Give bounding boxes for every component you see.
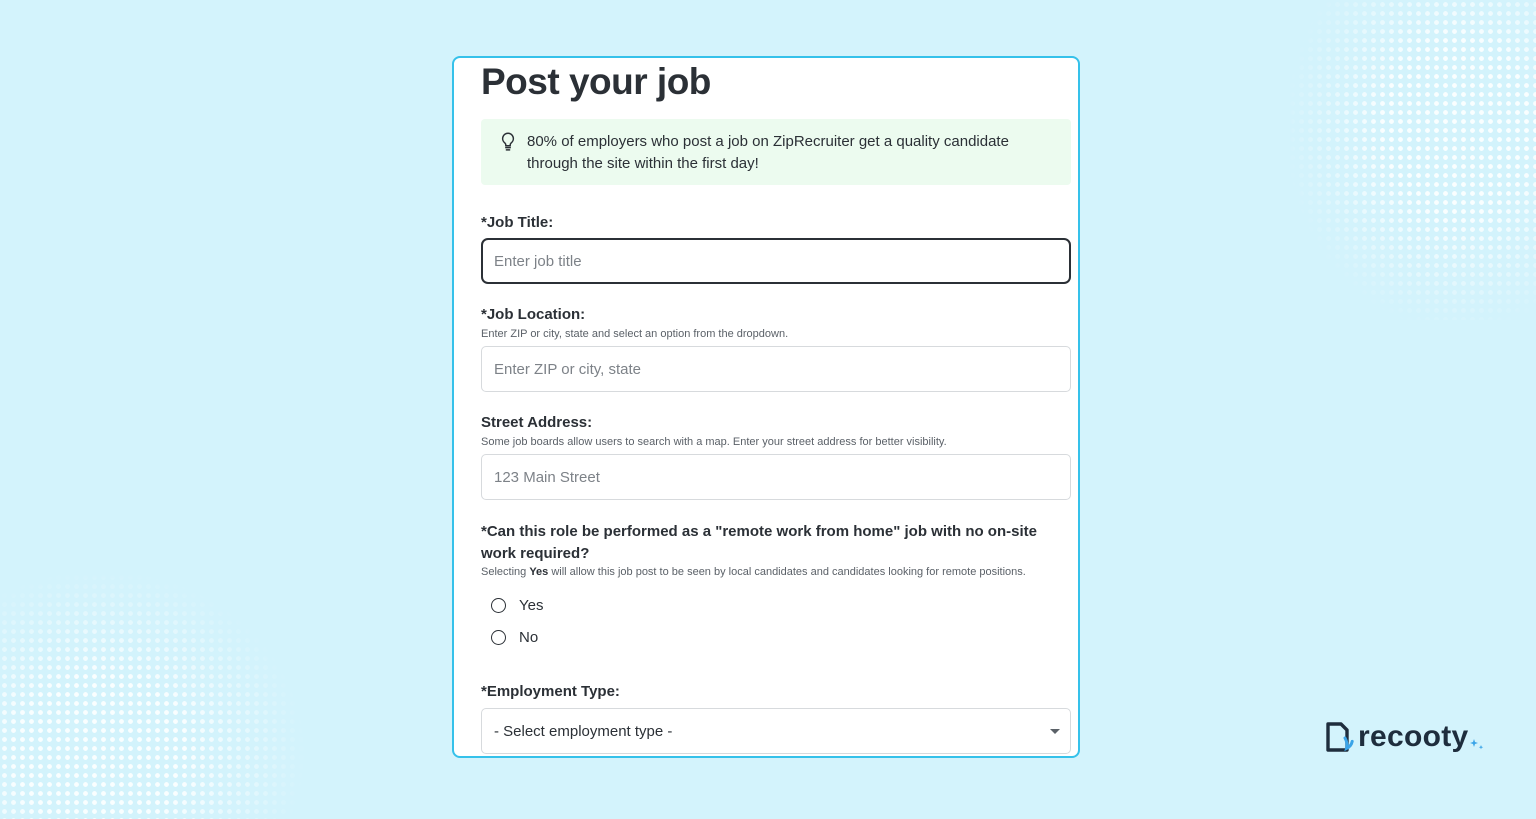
chevron-down-icon [1050,728,1060,734]
job-title-input[interactable] [481,238,1071,284]
job-location-input[interactable] [481,346,1071,392]
sparkle-icon [1470,739,1484,750]
remote-option-no[interactable]: No [491,627,538,647]
tip-text: 80% of employers who post a job on ZipRe… [527,133,1009,172]
employment-type-select[interactable]: - Select employment type - [481,708,1071,754]
remote-help-prefix: Selecting [481,566,530,578]
page-title: Post your job [481,61,711,102]
remote-help-suffix: will allow this job post to be seen by l… [548,566,1026,578]
street-address-help: Some job boards allow users to search wi… [481,436,947,448]
remote-help-bold: Yes [529,566,549,578]
tip-banner: 80% of employers who post a job on ZipRe… [481,119,1071,185]
lightbulb-icon [501,132,515,151]
employment-type-selected: - Select employment type - [494,722,673,740]
brand-name: recooty [1358,720,1469,753]
decorative-dot-pattern-bottom-left [0,555,335,819]
decorative-dot-pattern-top-right [1225,0,1536,320]
job-location-label: *Job Location: [481,306,586,323]
recooty-logo: recooty [1324,718,1485,756]
remote-option-yes-label: Yes [519,596,544,614]
post-job-form-card: Post your job 80% of employers who post … [452,56,1080,758]
street-address-input[interactable] [481,454,1071,500]
job-location-help: Enter ZIP or city, state and select an o… [481,328,789,340]
remote-question-help: Selecting Yes will allow this job post t… [481,566,1026,578]
remote-option-yes[interactable]: Yes [491,595,543,615]
job-title-label: *Job Title: [481,214,554,231]
remote-option-no-label: No [519,628,539,646]
remote-question-label: *Can this role be performed as a "remote… [481,523,1037,562]
radio-button-yes[interactable] [491,597,506,613]
recooty-logo-icon [1326,722,1354,752]
street-address-label: Street Address: [481,414,593,431]
radio-button-no[interactable] [491,629,506,645]
employment-type-label: *Employment Type: [481,683,620,700]
